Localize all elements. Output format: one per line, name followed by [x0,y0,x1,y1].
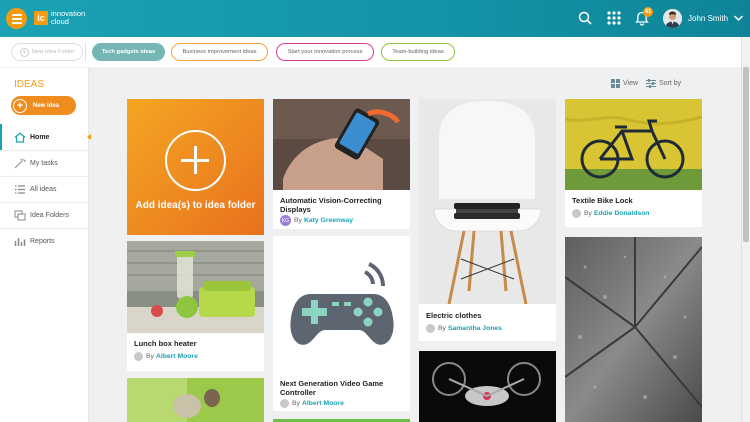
plus-icon: + [19,47,29,57]
home-icon [14,131,26,143]
author-link[interactable]: Albert Moore [302,400,344,407]
idea-card-author: KG By Katy Greenway [280,215,354,226]
idea-card-lunch-box-heater[interactable]: Lunch box heater By Albert Moore [127,241,264,371]
plus-icon: + [13,98,27,113]
drone-image [419,351,556,422]
sidebar-item-home[interactable]: Home [0,124,91,150]
top-bar: ic innovation cloud 41 John Smith [0,0,750,37]
notification-count-badge: 41 [643,7,653,17]
idea-card-vision-correcting-displays[interactable]: Automatic Vision-Correcting Displays KG … [273,99,410,229]
apps-grid-icon[interactable] [607,11,621,25]
tab-team-building-ideas[interactable]: Team-building ideas [381,43,455,61]
sort-by-button[interactable]: Sort by [646,79,681,88]
user-name[interactable]: John Smith [688,14,728,23]
add-ideas-to-folder-card[interactable]: Add idea(s) to idea folder [127,99,264,235]
idea-card-author: By Samantha Jones [426,324,502,333]
bar-chart-icon [14,237,26,246]
smartphone-hand-image [273,99,410,190]
sidebar-item-reports[interactable]: Reports [0,228,88,254]
sidebar-title: IDEAS [14,79,45,90]
idea-card-author: By Albert Moore [134,352,198,361]
idea-card-drone-partial[interactable] [419,351,556,422]
tabs-divider [85,43,86,61]
idea-card-umbrella-partial[interactable] [565,237,702,422]
logo[interactable]: ic innovation cloud [34,10,85,25]
cat-image [127,378,264,422]
add-card-label: Add idea(s) to idea folder [135,200,256,211]
add-plus-icon [165,130,226,191]
idea-card-textile-bike-lock[interactable]: Textile Bike Lock By Eddie Donaldson [565,99,702,227]
grid-view-icon [611,79,620,88]
user-avatar-icon [663,9,682,28]
idea-card-video-game-controller[interactable]: Next Generation Video Game Controller By… [273,236,410,411]
bicycle-image [565,99,702,190]
view-toggle-button[interactable]: View [611,79,638,88]
chair-clothes-image [419,99,556,304]
author-avatar [426,324,435,333]
tab-business-improvement-ideas[interactable]: Business improvement ideas [171,43,268,61]
sidebar: IDEAS + New idea Home My tasks All ideas… [0,68,91,422]
magic-wand-icon [14,158,26,168]
sort-sliders-icon [646,79,656,88]
idea-card-electric-clothes[interactable]: Electric clothes By Samantha Jones [419,99,556,341]
new-idea-button[interactable]: + New idea [11,96,76,115]
rain-umbrella-image [565,237,702,422]
tab-start-your-innovation-process[interactable]: Start your innovation process [276,43,374,61]
idea-card-author: By Eddie Donaldson [572,209,649,218]
idea-card-title[interactable]: Lunch box heater [134,339,197,348]
scrollbar-thumb[interactable] [743,67,749,242]
author-link[interactable]: Eddie Donaldson [594,210,650,217]
author-avatar [134,352,143,361]
tab-tech-gadgets-ideas[interactable]: Tech gadgets ideas [92,43,165,61]
idea-folder-tabs-bar: + New Idea Folder Tech gadgets ideas Bus… [0,37,741,67]
idea-card-author: By Albert Moore [280,399,344,408]
author-link[interactable]: Samantha Jones [448,325,502,332]
idea-card-partial[interactable] [127,378,264,422]
sidebar-item-idea-folders[interactable]: Idea Folders [0,202,88,228]
author-avatar [572,209,581,218]
page-scrollbar[interactable] [741,37,750,422]
chevron-down-icon[interactable] [733,13,744,23]
folders-icon [14,210,26,220]
user-avatar[interactable] [663,9,682,28]
search-icon[interactable] [578,11,592,25]
list-icon [15,184,25,194]
idea-card-title[interactable]: Textile Bike Lock [572,196,633,205]
author-link[interactable]: Albert Moore [156,353,198,360]
lunch-box-image [127,241,264,333]
logo-mark: ic [34,10,48,25]
hamburger-menu-button[interactable] [6,8,27,29]
sidebar-item-my-tasks[interactable]: My tasks [0,150,88,176]
active-indicator [87,134,91,140]
new-idea-folder-button[interactable]: + New Idea Folder [11,43,83,61]
idea-card-title[interactable]: Next Generation Video Game Controller [280,379,405,397]
author-initials-avatar: KG [280,215,291,226]
author-link[interactable]: Katy Greenway [304,217,353,224]
logo-line2: cloud [51,16,69,26]
idea-card-title[interactable]: Electric clothes [426,311,481,320]
sidebar-item-all-ideas[interactable]: All ideas [0,176,88,202]
gamepad-image [273,236,410,373]
idea-card-title[interactable]: Automatic Vision-Correcting Displays [280,196,405,214]
author-avatar [280,399,289,408]
